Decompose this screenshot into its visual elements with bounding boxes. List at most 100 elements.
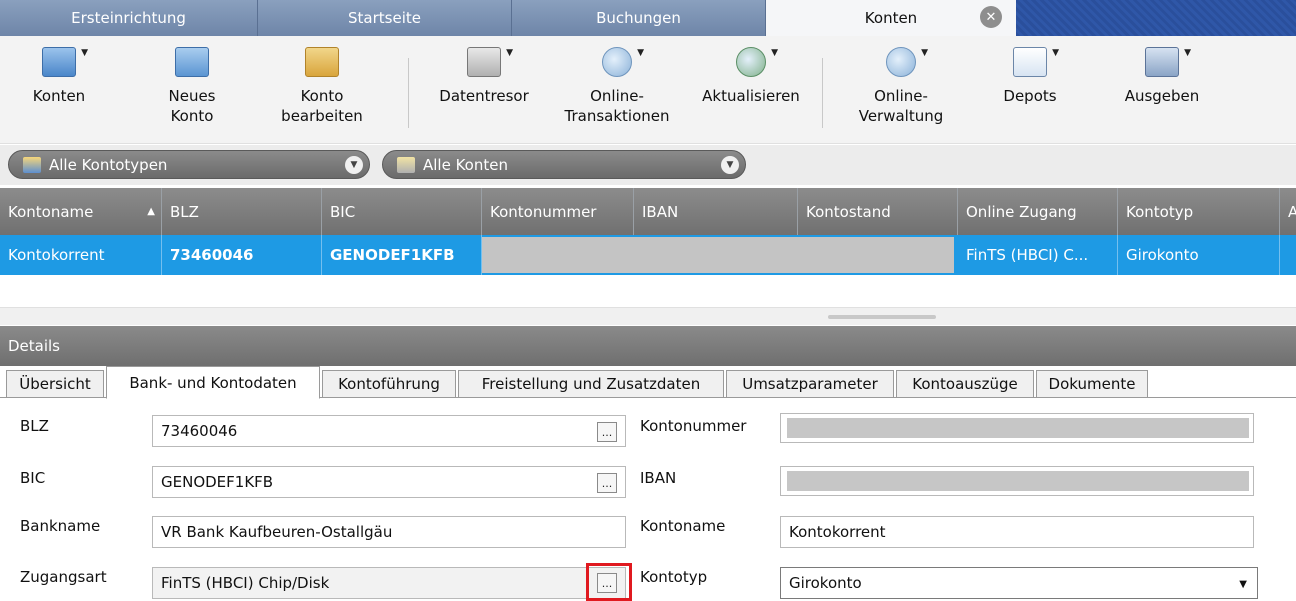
print-button[interactable]: ▼ Ausgeben: [1114, 42, 1210, 106]
edit-account-icon: [305, 47, 339, 77]
toolbar-label: Neues Konto: [168, 87, 216, 125]
bankname-label: Bankname: [20, 517, 101, 535]
tab-konten[interactable]: Konten: [766, 0, 1016, 36]
kontoname-field[interactable]: Kontokorrent: [780, 516, 1254, 548]
redacted-value: [787, 418, 1249, 438]
toolbar-label: Ausgeben: [1124, 87, 1200, 105]
account-type-filter[interactable]: Alle Kontotypen ▼: [8, 150, 370, 179]
table-row[interactable]: Kontokorrent 73460046 GENODEF1KFB FinTS …: [0, 235, 1296, 275]
depots-icon: [1013, 47, 1047, 77]
chevron-down-icon[interactable]: ▼: [345, 156, 363, 174]
cell-bic: GENODEF1KFB: [322, 235, 482, 275]
cell-kontotyp: Girokonto: [1118, 235, 1280, 275]
vault-icon: [467, 47, 501, 77]
blz-field[interactable]: 73460046: [152, 415, 626, 447]
zugangsart-field[interactable]: FinTS (HBCI) Chip/Disk: [152, 567, 626, 599]
tab-bank-und-kontodaten[interactable]: Bank- und Kontodaten: [106, 366, 320, 399]
toolbar-label: Konto bearbeiten: [281, 87, 363, 125]
tab-umsatzparameter[interactable]: Umsatzparameter: [726, 370, 894, 398]
toolbar-label: Online- Verwaltung: [858, 87, 944, 125]
tab-freistellung[interactable]: Freistellung und Zusatzdaten: [458, 370, 724, 398]
account-filter-value: Alle Konten: [423, 155, 508, 174]
zugangsart-value: FinTS (HBCI) Chip/Disk: [161, 574, 330, 592]
dropdown-caret-icon[interactable]: ▼: [506, 48, 513, 58]
toolbar-label: Depots: [1003, 87, 1057, 105]
column-header-bic[interactable]: BIC: [322, 188, 482, 235]
top-tab-bar: Ersteinrichtung Startseite Buchungen Kon…: [0, 0, 1296, 36]
account-type-filter-value: Alle Kontotypen: [49, 155, 168, 174]
refresh-icon: [736, 47, 766, 77]
cell-online-zugang: FinTS (HBCI) C...: [958, 235, 1118, 275]
chevron-down-icon[interactable]: ▼: [721, 156, 739, 174]
splitter[interactable]: [0, 307, 1296, 325]
bankname-value: VR Bank Kaufbeuren-Ostallgäu: [161, 523, 393, 541]
bankname-field[interactable]: VR Bank Kaufbeuren-Ostallgäu: [152, 516, 626, 548]
column-header-blz[interactable]: BLZ: [162, 188, 322, 235]
column-header-iban[interactable]: IBAN: [634, 188, 798, 235]
tab-uebersicht[interactable]: Übersicht: [6, 370, 104, 398]
column-header-kontotyp[interactable]: Kontotyp: [1118, 188, 1280, 235]
column-header-online-zugang[interactable]: Online Zugang: [958, 188, 1118, 235]
chevron-down-icon[interactable]: ▼: [1239, 579, 1247, 590]
tab-bar-background: [1016, 0, 1296, 36]
konten-button[interactable]: ▼ Konten: [22, 42, 96, 106]
column-header-kontonummer[interactable]: Kontonummer: [482, 188, 634, 235]
splitter-grip[interactable]: [828, 315, 936, 319]
dropdown-caret-icon[interactable]: ▼: [637, 48, 644, 58]
filter-funnel-icon: [397, 156, 415, 173]
kontotyp-value: Girokonto: [789, 574, 862, 592]
edit-account-button[interactable]: Konto bearbeiten: [272, 42, 372, 126]
account-filter[interactable]: Alle Konten ▼: [382, 150, 746, 179]
kontonummer-label: Kontonummer: [640, 417, 747, 435]
kontonummer-field[interactable]: [780, 413, 1254, 443]
new-account-button[interactable]: Neues Konto: [152, 42, 232, 126]
tab-ersteinrichtung[interactable]: Ersteinrichtung: [0, 0, 258, 36]
toolbar-label: Aktualisieren: [702, 87, 800, 105]
toolbar-label: Datentresor: [439, 87, 529, 105]
online-transactions-icon: [602, 47, 632, 77]
bic-lookup-button[interactable]: ...: [597, 473, 617, 493]
bic-label: BIC: [20, 469, 46, 487]
online-transactions-button[interactable]: ▼ Online- Transaktionen: [552, 42, 682, 126]
bic-value: GENODEF1KFB: [161, 473, 274, 491]
datentresor-button[interactable]: ▼ Datentresor: [430, 42, 538, 106]
kontotyp-select[interactable]: Girokonto ▼: [780, 567, 1258, 599]
blz-lookup-button[interactable]: ...: [597, 422, 617, 442]
cell-kontoname: Kontokorrent: [0, 235, 162, 275]
dropdown-caret-icon[interactable]: ▼: [81, 48, 88, 58]
accounts-icon: [42, 47, 76, 77]
print-icon: [1145, 47, 1179, 77]
new-account-icon: [175, 47, 209, 77]
dropdown-caret-icon[interactable]: ▼: [921, 48, 928, 58]
account-type-icon: [23, 156, 41, 173]
bic-field[interactable]: GENODEF1KFB: [152, 466, 626, 498]
details-header: Details: [0, 326, 1296, 366]
sort-ascending-icon: ▲: [147, 206, 155, 217]
online-management-icon: [886, 47, 916, 77]
tab-kontofuehrung[interactable]: Kontoführung: [322, 370, 456, 398]
toolbar-separator: [408, 58, 409, 128]
dropdown-caret-icon[interactable]: ▼: [1184, 48, 1191, 58]
blz-label: BLZ: [20, 417, 49, 435]
zugangsart-label: Zugangsart: [20, 568, 107, 586]
zugangsart-settings-button[interactable]: ...: [597, 573, 617, 593]
refresh-button[interactable]: ▼ Aktualisieren: [690, 42, 812, 106]
column-header-kontostand[interactable]: Kontostand: [798, 188, 958, 235]
dropdown-caret-icon[interactable]: ▼: [1052, 48, 1059, 58]
column-header-more[interactable]: A: [1280, 188, 1296, 235]
tab-buchungen[interactable]: Buchungen: [512, 0, 766, 36]
column-header-kontoname[interactable]: Kontoname ▲: [0, 188, 162, 235]
close-tab-icon[interactable]: ✕: [980, 6, 1002, 28]
filter-bar: Alle Kontotypen ▼ Alle Konten ▼: [0, 145, 1296, 185]
dropdown-caret-icon[interactable]: ▼: [771, 48, 778, 58]
tab-kontoauszuege[interactable]: Kontoauszüge: [896, 370, 1034, 398]
kontoname-value: Kontokorrent: [789, 523, 886, 541]
kontotyp-label: Kontotyp: [640, 568, 708, 586]
depots-button[interactable]: ▼ Depots: [990, 42, 1070, 106]
iban-label: IBAN: [640, 469, 677, 487]
iban-field[interactable]: [780, 466, 1254, 496]
tab-dokumente[interactable]: Dokumente: [1036, 370, 1148, 398]
tab-startseite[interactable]: Startseite: [258, 0, 512, 36]
details-title: Details: [8, 337, 61, 355]
online-management-button[interactable]: ▼ Online- Verwaltung: [846, 42, 956, 126]
